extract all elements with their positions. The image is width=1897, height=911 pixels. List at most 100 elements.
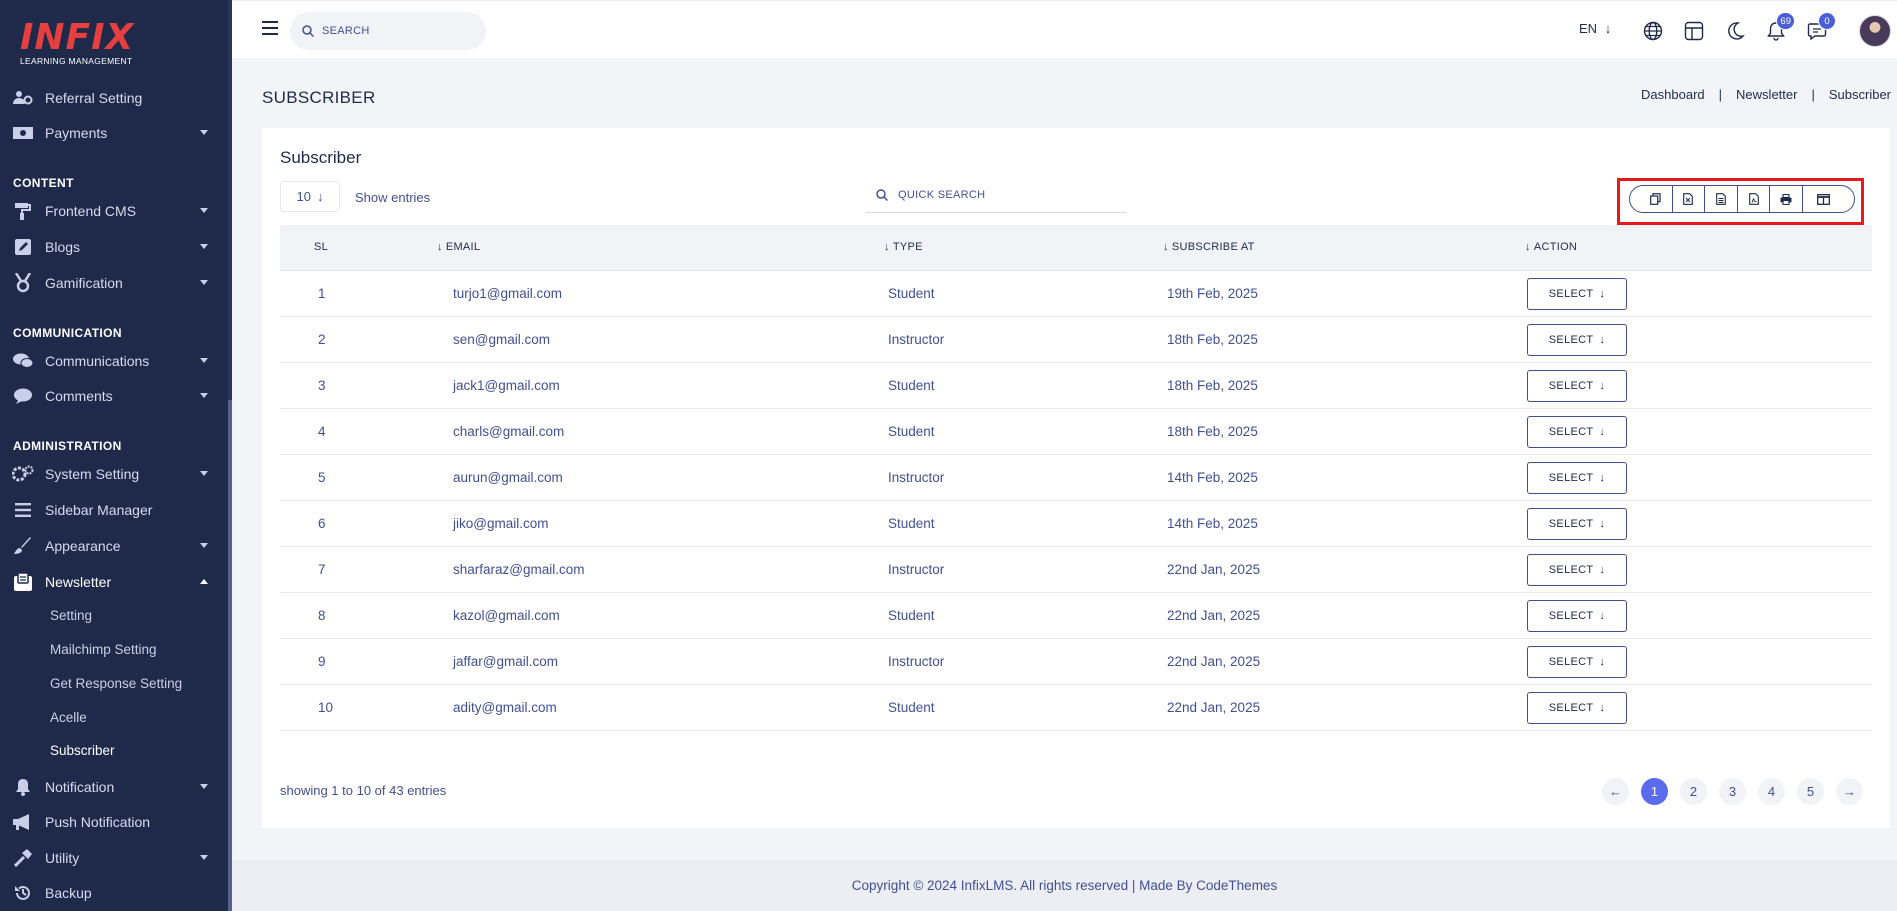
sidebar-item-label: Sidebar Manager (45, 502, 153, 518)
cell-type: Student (888, 286, 935, 301)
table-row: 8 kazol@gmail.com Student 22nd Jan, 2025… (280, 593, 1872, 639)
chevron-down-icon (200, 358, 208, 363)
column-visibility-button[interactable] (1803, 186, 1854, 212)
sidebar-item-label: Frontend CMS (45, 203, 137, 219)
sidebar-scrollbar[interactable] (228, 0, 232, 911)
users-cog-icon (12, 87, 34, 109)
cell-type: Student (888, 516, 935, 531)
sidebar-subitem-mailchimp-setting[interactable]: Mailchimp Setting (50, 642, 157, 657)
breadcrumb-subscriber[interactable]: Subscriber (1829, 87, 1891, 102)
row-select-button[interactable]: SELECT ↓ (1527, 600, 1627, 632)
cell-type: Student (888, 378, 935, 393)
search-icon (876, 189, 888, 201)
chevron-down-icon (200, 393, 208, 398)
row-select-button[interactable]: SELECT ↓ (1527, 508, 1627, 540)
column-header-subscribe-at[interactable]: ↓ SUBSCRIBE AT (1163, 241, 1255, 253)
row-select-button[interactable]: SELECT ↓ (1527, 692, 1627, 724)
sidebar-subitem-get-response-setting[interactable]: Get Response Setting (50, 676, 182, 691)
cell-subscribe-at: 22nd Jan, 2025 (1167, 562, 1261, 577)
notification-bell-icon[interactable]: 69 (1765, 12, 1795, 42)
cell-sl: 1 (318, 286, 326, 301)
pagination-page-1[interactable]: 1 (1641, 778, 1668, 805)
sidebar-subitem-setting[interactable]: Setting (50, 608, 92, 623)
sidebar-item-communications[interactable]: Communications (0, 344, 228, 378)
entries-select[interactable]: 10 ↓ (280, 181, 340, 212)
pagination-page-4[interactable]: 4 (1758, 778, 1785, 805)
moon-icon[interactable] (1724, 20, 1746, 42)
sort-arrow-icon: ↓ (1163, 241, 1169, 253)
sidebar-item-sidebar-manager[interactable]: Sidebar Manager (0, 493, 228, 527)
sort-arrow-icon: ↓ (1525, 241, 1531, 253)
cell-type: Instructor (888, 332, 945, 347)
column-header-type[interactable]: ↓ TYPE (884, 241, 923, 253)
sidebar-subitem-acelle[interactable]: Acelle (50, 710, 87, 725)
quick-search[interactable] (866, 178, 1126, 213)
sidebar-item-frontend-cms[interactable]: Frontend CMS (0, 194, 228, 228)
language-selector[interactable]: EN ↓ (1579, 21, 1611, 36)
sidebar-subitem-subscriber[interactable]: Subscriber (50, 743, 115, 758)
column-header-sl[interactable]: SL (314, 241, 328, 253)
column-label: EMAIL (445, 241, 481, 253)
subscriber-card: Subscriber 10 ↓ Show entries SL (262, 128, 1890, 828)
sidebar-item-gamification[interactable]: Gamification (0, 266, 228, 300)
export-csv-button[interactable] (1705, 186, 1738, 212)
sidebar-item-blogs[interactable]: Blogs (0, 230, 228, 264)
row-select-button[interactable]: SELECT ↓ (1527, 646, 1627, 678)
sidebar-item-notification[interactable]: Notification (0, 770, 228, 804)
quick-search-input[interactable] (898, 189, 1098, 201)
column-header-email[interactable]: ↓ EMAIL (437, 241, 480, 253)
row-select-button[interactable]: SELECT ↓ (1527, 462, 1627, 494)
pagination-page-2[interactable]: 2 (1680, 778, 1707, 805)
copy-button[interactable] (1630, 186, 1673, 212)
sidebar-item-label: Comments (45, 388, 113, 404)
globe-icon[interactable] (1642, 20, 1664, 42)
column-label: SL (314, 241, 329, 253)
brush-icon (12, 535, 34, 557)
sidebar-item-appearance[interactable]: Appearance (0, 529, 228, 563)
sidebar-item-newsletter[interactable]: Newsletter (0, 565, 228, 599)
select-label: SELECT (1548, 288, 1594, 300)
row-select-button[interactable]: SELECT ↓ (1527, 370, 1627, 402)
logo[interactable]: INFIX LEARNING MANAGEMENT (20, 18, 134, 67)
sidebar-item-payments[interactable]: Payments (0, 116, 228, 150)
language-value: EN (1579, 21, 1598, 36)
breadcrumb-dashboard[interactable]: Dashboard (1641, 87, 1705, 102)
sidebar-item-system-setting[interactable]: System Setting (0, 457, 228, 491)
export-pdf-button[interactable] (1738, 186, 1771, 212)
sidebar-item-referral-setting[interactable]: Referral Setting (0, 81, 228, 115)
gears-icon (12, 463, 34, 485)
arrow-down-icon: ↓ (1599, 518, 1606, 530)
file-csv-icon (1716, 193, 1726, 205)
row-select-button[interactable]: SELECT ↓ (1527, 278, 1627, 310)
search-box[interactable] (290, 12, 486, 50)
sidebar-scroll-thumb[interactable] (228, 400, 232, 911)
row-select-button[interactable]: SELECT ↓ (1527, 554, 1627, 586)
column-header-action[interactable]: ↓ ACTION (1525, 241, 1577, 253)
search-input[interactable] (322, 25, 472, 37)
breadcrumb-newsletter[interactable]: Newsletter (1736, 87, 1797, 102)
section-content: CONTENT (13, 176, 74, 190)
pagination-prev-button[interactable]: ← (1602, 778, 1629, 805)
chat-bubbles-icon (12, 350, 34, 372)
row-select-button[interactable]: SELECT ↓ (1527, 324, 1627, 356)
sidebar-item-backup[interactable]: Backup (0, 876, 228, 910)
sidebar-item-comments[interactable]: Comments (0, 379, 228, 413)
print-button[interactable] (1770, 186, 1803, 212)
arrow-down-icon: ↓ (1599, 426, 1606, 438)
export-excel-button[interactable] (1673, 186, 1706, 212)
menu-toggle-icon[interactable] (262, 21, 278, 35)
sidebar-item-push-notification[interactable]: Push Notification (0, 805, 228, 839)
pagination-next-button[interactable]: → (1836, 778, 1863, 805)
paint-roller-icon (12, 200, 34, 222)
pagination-page-5[interactable]: 5 (1797, 778, 1824, 805)
avatar[interactable] (1859, 15, 1891, 47)
layout-icon[interactable] (1683, 20, 1705, 42)
pagination-page-3[interactable]: 3 (1719, 778, 1746, 805)
cell-subscribe-at: 18th Feb, 2025 (1167, 378, 1258, 393)
row-select-button[interactable]: SELECT ↓ (1527, 416, 1627, 448)
message-icon[interactable]: 0 (1806, 12, 1836, 42)
breadcrumb-separator: | (1718, 87, 1723, 102)
newsletter-icon (12, 571, 34, 593)
sidebar-item-utility[interactable]: Utility (0, 841, 228, 875)
sidebar-item-label: Payments (45, 125, 108, 141)
